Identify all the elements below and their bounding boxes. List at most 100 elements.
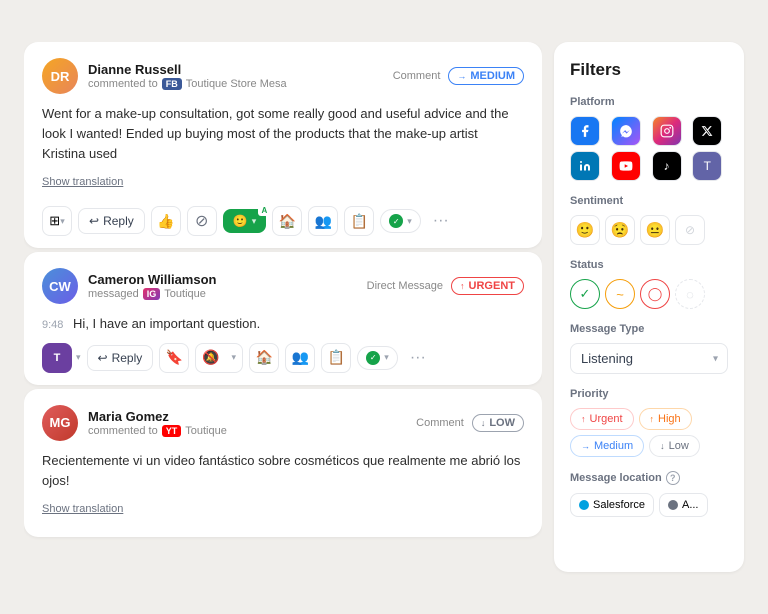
status-dot-1: ✓: [389, 214, 403, 228]
mute-chevron-2[interactable]: ▾: [225, 343, 243, 373]
neutral-sentiment[interactable]: 😐: [640, 215, 670, 245]
platform-grid: ♪ T: [570, 116, 728, 181]
instagram-icon[interactable]: [652, 116, 682, 146]
status-filter-label: Status: [570, 259, 728, 271]
priority-high-btn[interactable]: ↑ High: [639, 408, 692, 430]
copy-btn-1[interactable]: 📋: [344, 206, 374, 236]
type-badge-1: Comment → MEDIUM: [393, 67, 524, 85]
adm-icon: [668, 500, 678, 510]
messages-panel: DR Dianne Russell commented to FB Toutiq…: [24, 42, 542, 572]
message-type-select-wrapper: Listening: [570, 343, 728, 374]
user-name-3: Maria Gomez: [88, 409, 227, 424]
tiktok-icon[interactable]: ♪: [652, 151, 682, 181]
type-label-1: Comment: [393, 70, 441, 82]
copy-btn-2[interactable]: 📋: [321, 343, 351, 373]
status-btn-2[interactable]: ✓ ▾: [357, 346, 398, 370]
user-meta-3: commented to YT Toutique: [88, 425, 227, 437]
type-badge-3: Comment ↓ LOW: [416, 414, 524, 432]
message-type-select[interactable]: Listening: [570, 343, 728, 374]
status-row: ✓ ~ ◯ ◌: [570, 279, 728, 309]
user-info-3: MG Maria Gomez commented to YT Toutique: [42, 405, 227, 441]
ignore-btn-1[interactable]: ⊘: [187, 206, 217, 236]
reply-btn-2[interactable]: ↩ Reply: [87, 345, 154, 371]
type-label-3: Comment: [416, 417, 464, 429]
resolved-status[interactable]: ✓: [570, 279, 600, 309]
message-card-1: DR Dianne Russell commented to FB Toutiq…: [24, 42, 542, 248]
linkedin-icon[interactable]: [570, 151, 600, 181]
platform-menu-btn-1[interactable]: ⊞ ▾: [42, 206, 72, 236]
type-badge-2: Direct Message ↑ URGENT: [367, 277, 524, 295]
message-card-3: MG Maria Gomez commented to YT Toutique …: [24, 389, 542, 537]
salesforce-btn[interactable]: Salesforce: [570, 493, 654, 517]
platform-menu-btn-2[interactable]: T: [42, 343, 72, 373]
assign-btn-1[interactable]: 🏠: [272, 206, 302, 236]
mute-btn-2[interactable]: 🔕: [195, 343, 225, 373]
teams-icon[interactable]: T: [692, 151, 722, 181]
show-translation-3[interactable]: Show translation: [42, 503, 123, 515]
platform-badge-1: FB: [162, 78, 182, 90]
type-label-2: Direct Message: [367, 280, 443, 292]
more-btn-1[interactable]: ···: [427, 207, 455, 235]
message-body-2: 9:48 Hi, I have an important question.: [42, 314, 524, 334]
platform-badge-2: IG: [143, 288, 161, 300]
admin-btn[interactable]: A...: [659, 493, 708, 517]
sentiment-filter: Sentiment 🙂 😟 😐 ⊘: [570, 195, 728, 245]
message-type-filter: Message type Listening: [570, 323, 728, 374]
reply-btn-1[interactable]: ↩ Reply: [78, 208, 145, 234]
platform-filter: Platform ♪: [570, 96, 728, 181]
avatar-cameron: CW: [42, 268, 78, 304]
user-details-2: Cameron Williamson messaged IG Toutique: [88, 272, 216, 300]
action-text-2: messaged: [88, 288, 139, 300]
twitter-icon[interactable]: [692, 116, 722, 146]
ai-badge-1: A: [258, 205, 270, 216]
show-translation-1[interactable]: Show translation: [42, 176, 123, 188]
message-location-filter: Message location ? Salesforce A...: [570, 471, 728, 517]
priority-medium-btn[interactable]: → Medium: [570, 435, 644, 457]
other-status[interactable]: ◌: [675, 279, 705, 309]
youtube-icon[interactable]: [611, 151, 641, 181]
message-actions-2: T ▾ ↩ Reply 🔖 🔕 ▾ 🏠 👥 📋 ✓ ▾ ···: [42, 343, 524, 373]
filters-panel: Filters Platform: [554, 42, 744, 572]
no-sentiment[interactable]: ⊘: [675, 215, 705, 245]
low-icon: ↓: [660, 441, 665, 451]
priority-badge-1: → MEDIUM: [448, 67, 524, 85]
user-name-2: Cameron Williamson: [88, 272, 216, 287]
messenger-icon[interactable]: [611, 116, 641, 146]
like-btn-1[interactable]: 👍: [151, 206, 181, 236]
status-chevron-1: ▾: [407, 216, 412, 227]
info-icon[interactable]: ?: [666, 471, 680, 485]
priority-row: ↑ Urgent ↑ High → Medium ↓ Low: [570, 408, 728, 457]
status-chevron-2: ▾: [384, 352, 389, 363]
message-header-2: CW Cameron Williamson messaged IG Toutiq…: [42, 268, 524, 304]
ai-btn-1[interactable]: 🙂 ▾ A: [223, 209, 266, 233]
platform-badge-3: YT: [162, 425, 182, 437]
emoji-icon-1: 🙂: [233, 214, 248, 228]
bookmark-btn-2[interactable]: 🔖: [159, 343, 189, 373]
user-meta-2: messaged IG Toutique: [88, 288, 216, 300]
priority-badge-3: ↓ LOW: [472, 414, 524, 432]
filters-title: Filters: [570, 60, 728, 80]
sf-icon: [579, 500, 589, 510]
message-type-label: Message type: [570, 323, 728, 335]
user-details-1: Dianne Russell commented to FB Toutique …: [88, 62, 287, 90]
user-name-1: Dianne Russell: [88, 62, 287, 77]
open-status[interactable]: ◯: [640, 279, 670, 309]
priority-urgent-btn[interactable]: ↑ Urgent: [570, 408, 634, 430]
team-btn-1[interactable]: 👥: [308, 206, 338, 236]
avatar-maria: MG: [42, 405, 78, 441]
message-actions-1: ⊞ ▾ ↩ Reply 👍 ⊘ 🙂 ▾ A 🏠 👥 📋: [42, 206, 524, 236]
more-btn-2[interactable]: ···: [404, 344, 432, 372]
action-text-3: commented to: [88, 425, 158, 437]
user-info-1: DR Dianne Russell commented to FB Toutiq…: [42, 58, 287, 94]
user-meta-1: commented to FB Toutique Store Mesa: [88, 78, 287, 90]
positive-sentiment[interactable]: 🙂: [570, 215, 600, 245]
priority-filter: Priority ↑ Urgent ↑ High → Medium ↓ Low: [570, 388, 728, 457]
negative-sentiment[interactable]: 😟: [605, 215, 635, 245]
location-row: Salesforce A...: [570, 493, 728, 517]
pending-status[interactable]: ~: [605, 279, 635, 309]
assign-btn-2[interactable]: 🏠: [249, 343, 279, 373]
priority-low-btn[interactable]: ↓ Low: [649, 435, 700, 457]
status-btn-1[interactable]: ✓ ▾: [380, 209, 421, 233]
facebook-icon[interactable]: [570, 116, 600, 146]
team-btn-2[interactable]: 👥: [285, 343, 315, 373]
